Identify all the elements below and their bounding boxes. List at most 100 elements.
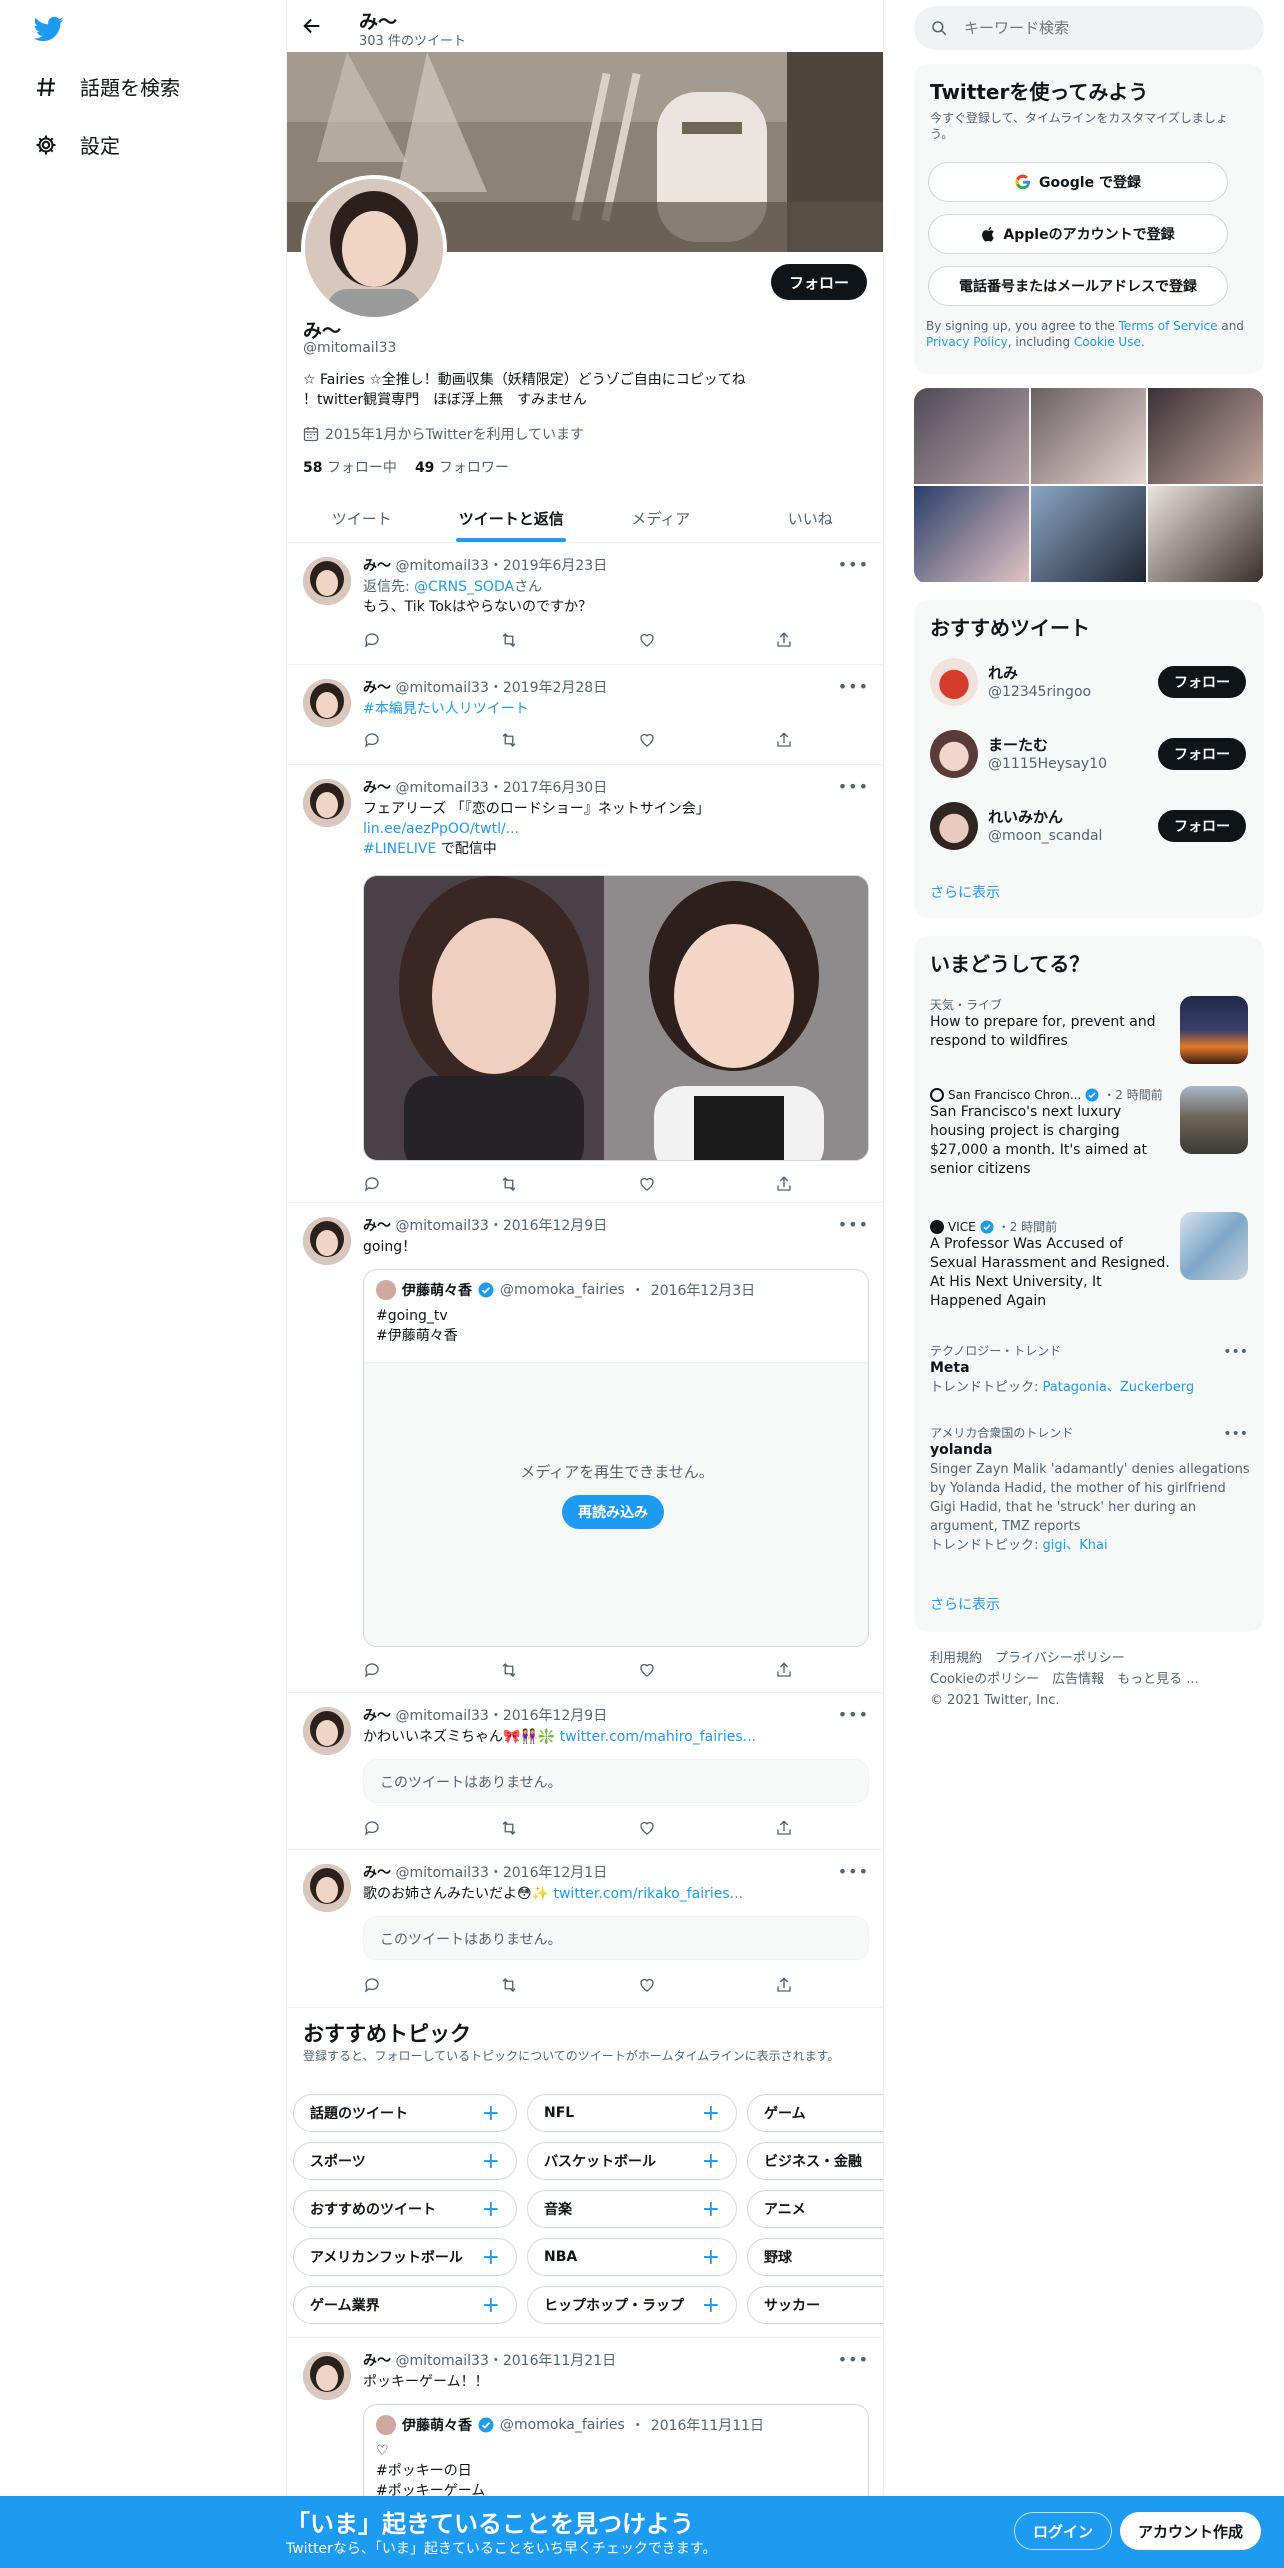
tweet-avatar[interactable] [303,1707,351,1755]
tweet[interactable]: み～ @mitomail33・2016年12月9日 ••• going！ 伊藤萌… [287,1203,883,1693]
followers-link[interactable]: 49 フォロワー [415,457,509,477]
tweet-date[interactable]: 2017年6月30日 [503,780,607,796]
user-name[interactable]: まーたむ [988,734,1048,755]
retweet-icon[interactable] [500,1976,518,1994]
plus-icon[interactable]: + [702,2197,720,2222]
following-link[interactable]: 58 フォロー中 [303,457,397,477]
topic-chip[interactable]: アニメ [747,2190,883,2228]
tweet-author-handle[interactable]: @mitomail33 [395,680,488,696]
tab-likes[interactable]: いいね [736,490,884,542]
plus-icon[interactable]: + [702,2245,720,2270]
tweet[interactable]: み～ @mitomail33・2019年6月23日 ••• 返信先: @CRNS… [287,543,883,665]
topic-chip[interactable]: アメリカンフットボール + [293,2238,517,2276]
tweet[interactable]: み～ @mitomail33・2019年2月28日 ••• #本編見たい人リツイ… [287,665,883,765]
more-options-icon[interactable]: ••• [838,2350,869,2369]
reload-button[interactable]: 再読み込み [562,1495,664,1529]
tweet-avatar[interactable] [303,779,351,827]
tweet-avatar[interactable] [303,1217,351,1265]
retweet-icon[interactable] [500,1661,518,1679]
tweet-date[interactable]: 2016年12月9日 [503,1218,607,1234]
plus-icon[interactable]: + [702,2149,720,2174]
topic-chip[interactable]: 野球 [747,2238,883,2276]
tweet-author-handle[interactable]: @mitomail33 [395,1865,488,1881]
user-avatar[interactable] [930,658,978,706]
more-options-icon[interactable]: ••• [838,1862,869,1881]
plus-icon[interactable]: + [482,2245,500,2270]
user-avatar[interactable] [930,802,978,850]
back-arrow-icon[interactable] [301,15,323,37]
tweet-media-photo[interactable] [363,875,869,1161]
trend-item[interactable]: San Francisco Chron... ・2 時間前 San Franci… [930,1086,1170,1179]
more-options-icon[interactable]: ••• [838,555,869,574]
phone-email-signup-button[interactable]: 電話番号またはメールアドレスで登録 [928,266,1228,306]
topic-chip[interactable]: おすすめのツイート + [293,2190,517,2228]
profile-avatar[interactable] [301,175,447,321]
trend-item[interactable]: テクノロジー・トレンド Meta トレンドトピック: Patagonia、Zuc… [930,1342,1250,1397]
retweet-icon[interactable] [500,1819,518,1837]
like-heart-icon[interactable] [638,731,656,749]
quoted-tweet[interactable]: 伊藤萌々香 @momoka_fairies ・ 2016年12月3日 #going_… [363,1269,869,1647]
user-avatar[interactable] [930,730,978,778]
tweet-author-name[interactable]: み～ [363,780,391,796]
plus-icon[interactable]: + [482,2149,500,2174]
reply-icon[interactable] [363,1976,381,1994]
tweet-date[interactable]: 2016年11月21日 [503,2353,616,2369]
tweet-author-name[interactable]: み～ [363,1218,391,1234]
trend-item[interactable]: 天気・ライブ How to prepare for, prevent and r… [930,996,1170,1051]
create-account-button[interactable]: アカウント作成 [1120,2512,1262,2550]
tweet-date[interactable]: 2016年12月9日 [503,1708,607,1724]
like-heart-icon[interactable] [638,1175,656,1193]
nav-explore[interactable]: 話題を検索 [34,72,180,101]
retweet-icon[interactable] [500,731,518,749]
topic-chip[interactable]: ゲーム業界 + [293,2286,517,2324]
topic-chip[interactable]: スポーツ + [293,2142,517,2180]
share-icon[interactable] [775,731,793,749]
topic-chip[interactable]: サッカー [747,2286,883,2324]
google-signup-button[interactable]: Google で登録 [928,162,1228,202]
tweet[interactable]: み～ @mitomail33・2017年6月30日 ••• フェアリーズ 「『恋… [287,765,883,1203]
recommended-user[interactable]: まーたむ @1115Heysay10 フォロー [930,728,1260,780]
hashtag-link[interactable]: #LINELIVE [363,841,436,857]
share-icon[interactable] [775,1175,793,1193]
footer-line[interactable]: 利用規約 プライバシーポリシー [930,1648,1250,1669]
more-options-icon[interactable]: ••• [838,1215,869,1234]
tweet-date[interactable]: 2019年6月23日 [503,558,607,574]
tweet-author-handle[interactable]: @mitomail33 [395,558,488,574]
apple-signup-button[interactable]: Appleのアカウントで登録 [928,214,1228,254]
plus-icon[interactable]: + [702,2101,720,2126]
topic-chip[interactable]: ヒップホップ・ラップ + [527,2286,737,2324]
more-options-icon[interactable]: ••• [1223,1426,1248,1442]
more-options-icon[interactable]: ••• [1223,1344,1248,1360]
tweet-avatar[interactable] [303,679,351,727]
user-handle[interactable]: @12345ringoo [988,684,1091,700]
photo-thumbnail[interactable] [914,388,1029,484]
terms-of-service-link[interactable]: Terms of Service [1119,319,1218,333]
show-more-link[interactable]: さらに表示 [930,1594,1000,1614]
tweet-author-handle[interactable]: @mitomail33 [395,780,488,796]
tweet-link[interactable]: twitter.com/rikako_fairies... [553,1886,743,1902]
search-input[interactable] [964,19,1224,37]
more-options-icon[interactable]: ••• [838,777,869,796]
user-handle[interactable]: @1115Heysay10 [988,756,1107,772]
news-thumbnail[interactable] [1180,1212,1248,1280]
trend-item[interactable]: アメリカ合衆国のトレンド yolanda Singer Zayn Malik '… [930,1424,1250,1555]
tab-tweets[interactable]: ツイート [287,490,437,542]
reply-icon[interactable] [363,1661,381,1679]
tweet-date[interactable]: 2016年12月1日 [503,1865,607,1881]
user-name[interactable]: れみ [988,662,1018,683]
hashtag-link[interactable]: #本編見たい人リツイート [363,701,529,717]
reply-icon[interactable] [363,631,381,649]
follow-button[interactable]: フォロー [1158,810,1246,842]
reply-mention-link[interactable]: @CRNS_SODA [414,579,514,595]
tweet-author-name[interactable]: み～ [363,2353,391,2369]
user-handle[interactable]: @moon_scandal [988,828,1102,844]
share-icon[interactable] [775,631,793,649]
tab-tweets-and-replies[interactable]: ツイートと返信 [437,490,587,542]
like-heart-icon[interactable] [638,1661,656,1679]
tweet-link[interactable]: lin.ee/aezPpOO/twtl/... [363,819,863,839]
tweet-avatar[interactable] [303,2352,351,2400]
tweet-author-handle[interactable]: @mitomail33 [395,1218,488,1234]
like-heart-icon[interactable] [638,631,656,649]
news-thumbnail[interactable] [1180,996,1248,1064]
trend-item[interactable]: VICE ・2 時間前 A Professor Was Accused of S… [930,1218,1170,1311]
